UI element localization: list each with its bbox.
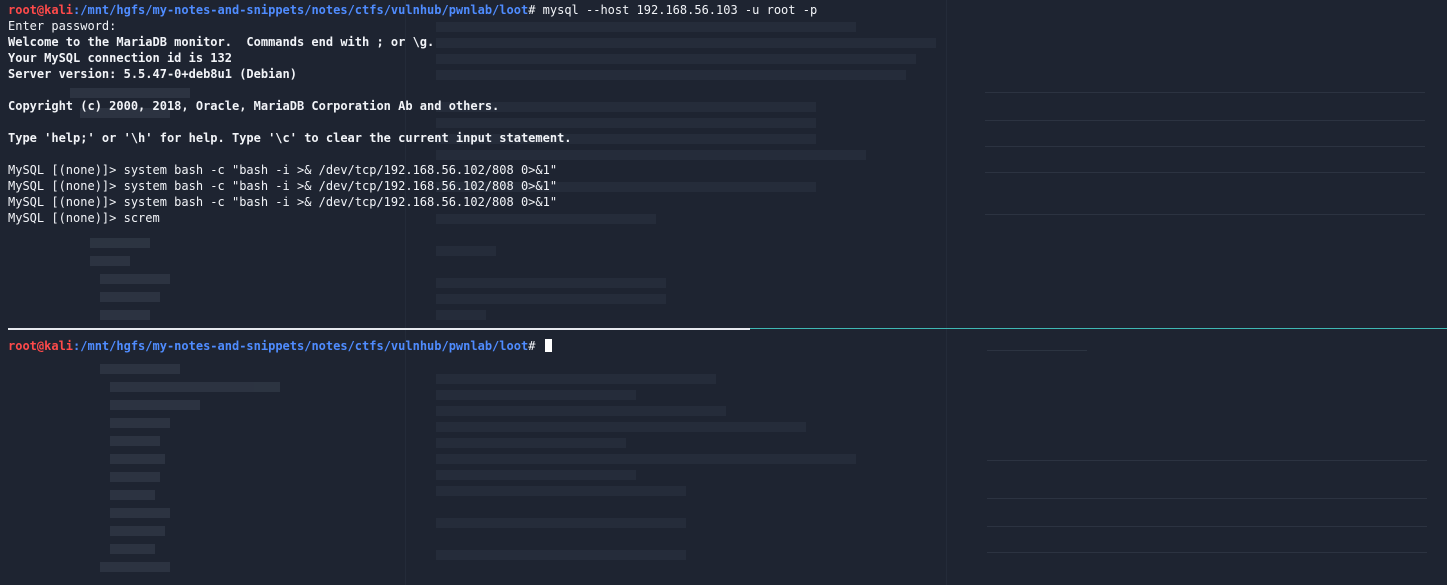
output-line: Enter password: xyxy=(8,19,117,33)
prompt-path: :/mnt/hgfs/my-notes-and-snippets/notes/c… xyxy=(73,3,529,17)
pane-divider[interactable] xyxy=(8,328,750,330)
terminal-pane-top[interactable]: root@kali:/mnt/hgfs/my-notes-and-snippet… xyxy=(8,2,817,226)
command-text: mysql --host 192.168.56.103 -u root -p xyxy=(542,3,818,17)
mysql-history-line: MySQL [(none)]> system bash -c "bash -i … xyxy=(8,179,558,193)
mysql-current-input[interactable]: MySQL [(none)]> screm xyxy=(8,210,817,226)
prompt-line[interactable]: root@kali:/mnt/hgfs/my-notes-and-snippet… xyxy=(8,338,552,354)
output-line: Welcome to the MariaDB monitor. Commands… xyxy=(8,35,435,49)
prompt-user: root@kali xyxy=(8,3,74,17)
output-line: Type 'help;' or '\h' for help. Type '\c'… xyxy=(8,131,572,145)
prompt-line: root@kali:/mnt/hgfs/my-notes-and-snippet… xyxy=(8,2,817,18)
terminal-pane-bottom[interactable]: root@kali:/mnt/hgfs/my-notes-and-snippet… xyxy=(8,338,552,354)
output-line: Your MySQL connection id is 132 xyxy=(8,51,232,65)
prompt-symbol: # xyxy=(528,3,543,17)
mysql-history-line: MySQL [(none)]> system bash -c "bash -i … xyxy=(8,195,558,209)
output-line: Server version: 5.5.47-0+deb8u1 (Debian) xyxy=(8,67,297,81)
pane-divider-active[interactable] xyxy=(750,328,1447,329)
output-line: Copyright (c) 2000, 2018, Oracle, MariaD… xyxy=(8,99,500,113)
text-cursor xyxy=(544,339,552,352)
prompt-symbol: # xyxy=(528,339,543,353)
terminal-window[interactable]: root@kali:/mnt/hgfs/my-notes-and-snippet… xyxy=(0,0,1447,585)
prompt-path: :/mnt/hgfs/my-notes-and-snippets/notes/c… xyxy=(73,339,529,353)
mysql-history-line: MySQL [(none)]> system bash -c "bash -i … xyxy=(8,163,558,177)
prompt-user: root@kali xyxy=(8,339,74,353)
